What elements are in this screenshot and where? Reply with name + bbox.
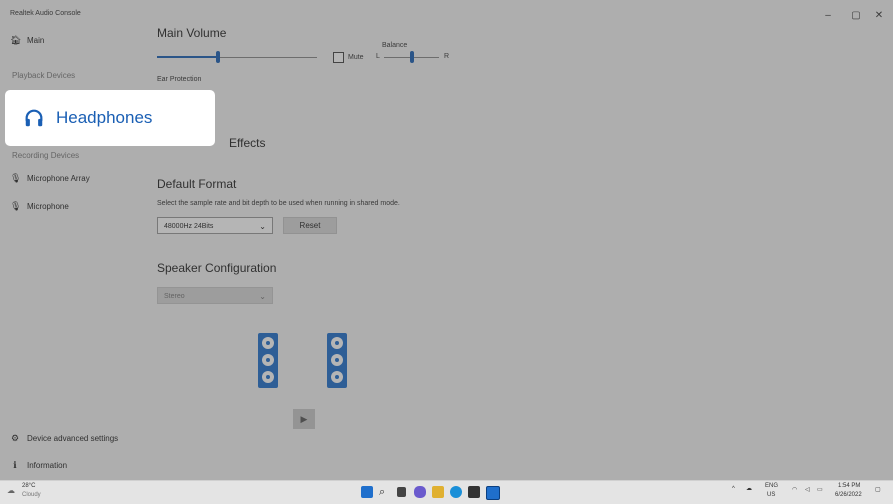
clock-time[interactable]: 1:54 PM xyxy=(838,483,860,489)
balance-left-label: L xyxy=(376,53,380,60)
headphones-icon xyxy=(25,109,43,127)
close-button[interactable]: ✕ xyxy=(866,6,892,26)
language-region: US xyxy=(767,492,776,498)
left-speaker-icon[interactable] xyxy=(258,333,278,388)
language-code[interactable]: ENG xyxy=(765,483,778,489)
title-bar: Realtek Audio Console – ▢ ✕ xyxy=(0,0,893,30)
main-volume-title: Main Volume xyxy=(157,26,227,40)
speaker-configuration-select[interactable]: Stereo ⌄ xyxy=(157,287,273,304)
battery-icon[interactable]: ▭ xyxy=(817,486,823,493)
balance-label: Balance xyxy=(382,42,408,49)
sidebar-item-label: Microphone Array xyxy=(27,174,90,183)
app-window: Realtek Audio Console – ▢ ✕ 🏠︎ Main Play… xyxy=(0,0,893,480)
microphone-icon: 🎙︎ xyxy=(10,201,22,211)
cloud-icon: ☁︎ xyxy=(7,486,15,495)
sidebar-item-label: Microphone xyxy=(27,202,69,211)
balance-right-label: R xyxy=(444,53,450,60)
notification-icon[interactable]: ▢ xyxy=(875,486,881,493)
edge-browser-icon[interactable] xyxy=(450,486,462,498)
sidebar-item-label: Device advanced settings xyxy=(27,434,119,443)
format-select[interactable]: 48000Hz 24Bits ⌄ xyxy=(157,217,273,234)
chevron-up-icon[interactable]: ^ xyxy=(732,486,735,492)
sidebar-item-label: Information xyxy=(27,461,68,470)
volume-slider-fill xyxy=(157,56,218,58)
speaker-configuration-value: Stereo xyxy=(164,293,185,300)
minimize-button[interactable]: – xyxy=(815,6,841,26)
sidebar-item-label: Main xyxy=(27,36,45,45)
volume-icon[interactable]: ◁ xyxy=(805,486,810,493)
volume-slider-thumb[interactable] xyxy=(216,51,220,63)
right-speaker-icon[interactable] xyxy=(327,333,347,388)
default-format-description: Select the sample rate and bit depth to … xyxy=(157,200,400,207)
sidebar-item-information[interactable]: ℹ︎ Information xyxy=(10,460,67,471)
chevron-down-icon: ⌄ xyxy=(259,222,266,231)
chevron-down-icon: ⌄ xyxy=(259,292,266,301)
sidebar-item-headphones[interactable]: Headphones xyxy=(5,90,215,146)
speaker-configuration-title: Speaker Configuration xyxy=(157,261,277,275)
home-icon: 🏠︎ xyxy=(10,35,22,45)
mute-checkbox[interactable] xyxy=(333,52,344,63)
play-test-button[interactable]: ▶ xyxy=(293,409,315,429)
ear-protection-label: Ear Protection xyxy=(157,76,202,83)
recording-section-label: Recording Devices xyxy=(12,151,80,160)
weather-temperature: 28°C xyxy=(22,483,36,489)
realtek-app-icon[interactable] xyxy=(486,486,500,500)
app-title: Realtek Audio Console xyxy=(10,10,81,17)
mute-label: Mute xyxy=(348,54,364,61)
taskbar: ☁︎ 28°C Cloudy ⌕ ^ ☁︎ ENG US ◠ ◁ ▭ 1:54 … xyxy=(0,480,893,504)
wifi-icon[interactable]: ◠ xyxy=(792,486,797,493)
info-icon: ℹ︎ xyxy=(13,460,17,470)
sidebar-item-label: Headphones xyxy=(56,108,153,127)
gear-icon: ⚙︎ xyxy=(10,433,20,443)
balance-slider-thumb[interactable] xyxy=(410,51,414,63)
playback-section-label: Playback Devices xyxy=(12,71,76,80)
file-explorer-icon[interactable] xyxy=(432,486,444,498)
task-view-icon[interactable] xyxy=(397,487,406,497)
weather-description: Cloudy xyxy=(22,492,41,498)
format-select-value: 48000Hz 24Bits xyxy=(164,223,214,230)
sidebar-item-device-advanced-settings[interactable]: ⚙︎ Device advanced settings xyxy=(10,433,118,444)
default-format-title: Default Format xyxy=(157,177,237,191)
sidebar-item-main[interactable]: 🏠︎ Main xyxy=(10,35,44,46)
effects-title: Effects xyxy=(229,136,266,150)
clock-date: 6/26/2022 xyxy=(835,492,862,498)
chat-icon[interactable] xyxy=(414,486,426,498)
sidebar-item-microphone[interactable]: 🎙︎ Microphone xyxy=(10,201,69,212)
microphone-icon: 🎙︎ xyxy=(10,173,22,183)
onedrive-icon[interactable]: ☁︎ xyxy=(746,485,752,492)
store-icon[interactable] xyxy=(468,486,480,498)
sidebar-item-microphone-array[interactable]: 🎙︎ Microphone Array xyxy=(10,173,90,184)
reset-button[interactable]: Reset xyxy=(283,217,337,234)
search-icon[interactable]: ⌕ xyxy=(379,486,391,498)
start-button[interactable] xyxy=(361,486,373,498)
